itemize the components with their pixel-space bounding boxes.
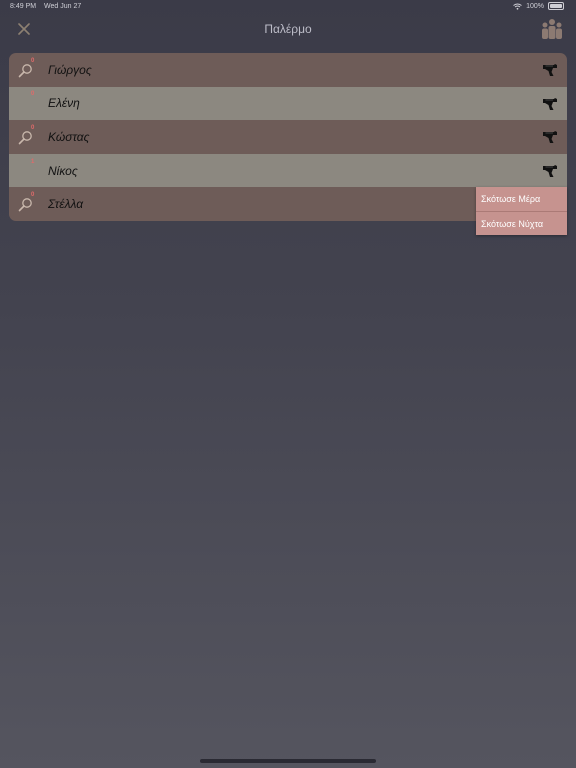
status-bar: 8:49 PM Wed Jun 27 100% xyxy=(0,0,576,14)
player-badge: 0 xyxy=(31,192,35,199)
player-row[interactable]: 0 Γιώργος xyxy=(9,53,567,87)
kill-night-option[interactable]: Σκότωσε Νύχτα xyxy=(476,211,567,235)
status-time: 8:49 PM xyxy=(10,3,37,10)
kill-menu: Σκότωσε Μέρα Σκότωσε Νύχτα xyxy=(476,187,567,235)
search-icon xyxy=(18,131,32,145)
player-badge: 0 xyxy=(31,57,35,64)
player-status: 0 xyxy=(18,124,40,148)
player-status: 0 xyxy=(18,192,40,215)
kill-day-option[interactable]: Σκότωσε Μέρα xyxy=(476,187,567,211)
search-icon xyxy=(18,198,32,212)
player-name: Γιώργος xyxy=(48,62,92,77)
player-name: Ελένη xyxy=(48,96,80,111)
player-status: 0 xyxy=(18,91,40,114)
player-badge: 0 xyxy=(31,124,35,131)
player-name: Κώστας xyxy=(48,129,90,144)
player-badge: 0 xyxy=(31,91,35,98)
player-status: 0 xyxy=(18,57,40,81)
player-name: Στέλλα xyxy=(48,197,84,212)
navigation-bar: Παλέρμο xyxy=(0,14,576,44)
battery-percent: 100% xyxy=(526,2,544,10)
page-title: Παλέρμο xyxy=(264,22,312,36)
status-date: Wed Jun 27 xyxy=(44,3,82,10)
gun-icon[interactable] xyxy=(542,96,558,112)
group-icon xyxy=(542,19,562,39)
battery-icon xyxy=(548,2,564,10)
gun-icon[interactable] xyxy=(542,62,558,78)
player-row[interactable]: 1 Νίκος xyxy=(9,153,567,188)
gun-icon[interactable] xyxy=(542,129,558,145)
player-row[interactable]: 0 Κώστας xyxy=(9,120,567,154)
home-indicator[interactable] xyxy=(200,759,376,763)
player-name: Νίκος xyxy=(48,163,78,178)
wifi-icon xyxy=(513,3,522,10)
players-button[interactable] xyxy=(540,18,564,40)
player-row[interactable]: 0 Ελένη xyxy=(9,86,567,121)
player-badge: 1 xyxy=(31,158,35,165)
status-right: 100% xyxy=(513,2,564,10)
gun-icon[interactable] xyxy=(542,163,558,179)
search-icon xyxy=(18,63,32,78)
player-status: 1 xyxy=(18,158,40,182)
